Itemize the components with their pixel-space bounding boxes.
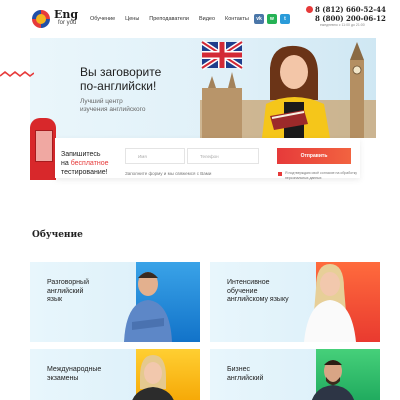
vk-icon[interactable]: vk xyxy=(254,14,264,24)
teacher-man-photo xyxy=(311,360,355,400)
hero-title-line1: Вы заговорите xyxy=(80,65,162,79)
course-label-line3: английскому языку xyxy=(227,296,289,303)
phones: 8 (812) 660-52-44 8 (800) 200-06-12 ежед… xyxy=(306,5,386,27)
hero-subtitle-line1: Лучший центр xyxy=(80,98,123,105)
social-links: vk w t xyxy=(254,14,290,24)
nav-item-video[interactable]: Видео xyxy=(199,16,215,22)
parliament xyxy=(202,88,242,138)
form-title-pre: на xyxy=(61,160,71,167)
nav-item-training[interactable]: Обучение xyxy=(90,16,115,22)
form-title-accent: бесплатное xyxy=(70,160,109,167)
nav-item-prices[interactable]: Цены xyxy=(125,16,139,22)
big-ben-clock xyxy=(352,65,362,75)
form-title-line3: тестирование! xyxy=(61,169,108,176)
logo-name: Eng xyxy=(54,8,79,21)
consent-checkbox[interactable]: Я подтверждаю своё согласие на обработку… xyxy=(278,171,362,180)
teacher-woman-photo xyxy=(132,355,174,400)
parliament-spire-2 xyxy=(228,72,236,88)
course-label-line2: экзамены xyxy=(47,374,79,382)
phone-booth-illustration xyxy=(30,118,56,180)
course-label-line1: Бизнес xyxy=(227,366,250,373)
course-card-exams[interactable]: Международные экзамены xyxy=(30,349,200,400)
teacher-man-photo xyxy=(124,272,172,342)
phone-input[interactable]: Телефон xyxy=(187,148,259,164)
hero-woman xyxy=(262,45,330,138)
decorative-squiggle-icon xyxy=(0,70,34,78)
form-title-line2: на бесплатное xyxy=(61,159,109,168)
phone-2[interactable]: 8 (800) 200-06-12 xyxy=(315,14,386,23)
hero-subtitle-line2: изучения английского xyxy=(80,106,146,113)
phone-icon xyxy=(306,6,313,13)
hero-title-line2: по-английски! xyxy=(80,79,157,93)
course-label-line1: Международные xyxy=(47,366,102,373)
hero-title: Вы заговорите по-английски! xyxy=(80,65,161,93)
big-ben-spire xyxy=(350,42,364,60)
parliament-spire xyxy=(208,76,216,88)
working-hours: ежедневно с 11:00 до 21:00 xyxy=(320,23,365,27)
course-label-line2: английский xyxy=(227,374,264,382)
course-label-line2: обучение xyxy=(227,287,258,295)
main-nav: Обучение Цены Преподаватели Видео Контак… xyxy=(90,16,249,22)
telegram-icon[interactable]: t xyxy=(280,14,290,24)
form-title: Запишитесь на бесплатное тестирование! xyxy=(61,150,109,177)
course-label-line1: Интенсивное xyxy=(227,279,270,286)
course-label-line3: язык xyxy=(47,296,63,303)
section-title: Обучение xyxy=(32,230,83,240)
course-label-line2: английский xyxy=(47,287,84,295)
header: Eng for you Обучение Цены Преподаватели … xyxy=(0,0,400,36)
course-label: Разговорный английский язык xyxy=(47,279,89,305)
whatsapp-icon[interactable]: w xyxy=(267,14,277,24)
course-label: Международные экзамены xyxy=(47,366,101,383)
hero-illustration xyxy=(200,39,376,138)
form-title-line1: Запишитесь xyxy=(61,151,101,158)
logo[interactable]: Eng for you xyxy=(32,8,82,30)
form-note: Заполните форму и мы свяжемся с Вами xyxy=(125,171,212,176)
course-card-conversational[interactable]: Разговорный английский язык xyxy=(30,262,200,342)
course-card-intensive[interactable]: Интенсивное обучение английскому языку xyxy=(210,262,380,342)
uk-flag-icon xyxy=(200,39,244,71)
course-card-business[interactable]: Бизнес английский xyxy=(210,349,380,400)
phone-1[interactable]: 8 (812) 660-52-44 xyxy=(315,5,386,14)
teacher-woman-photo xyxy=(304,264,356,342)
name-input[interactable]: Имя xyxy=(125,148,185,164)
course-label-line1: Разговорный xyxy=(47,279,89,286)
submit-button[interactable]: Отправить xyxy=(277,148,351,164)
course-label: Интенсивное обучение английскому языку xyxy=(227,279,289,305)
hero-banner: Вы заговорите по-английски! Лучший центр… xyxy=(30,38,376,138)
nav-item-contacts[interactable]: Контакты xyxy=(225,16,249,22)
hero-subtitle: Лучший центр изучения английского xyxy=(80,98,145,114)
logo-sub: for you xyxy=(58,20,77,26)
course-label: Бизнес английский xyxy=(227,366,263,383)
nav-item-teachers[interactable]: Преподаватели xyxy=(149,16,189,22)
logo-flag-icon xyxy=(32,10,50,28)
